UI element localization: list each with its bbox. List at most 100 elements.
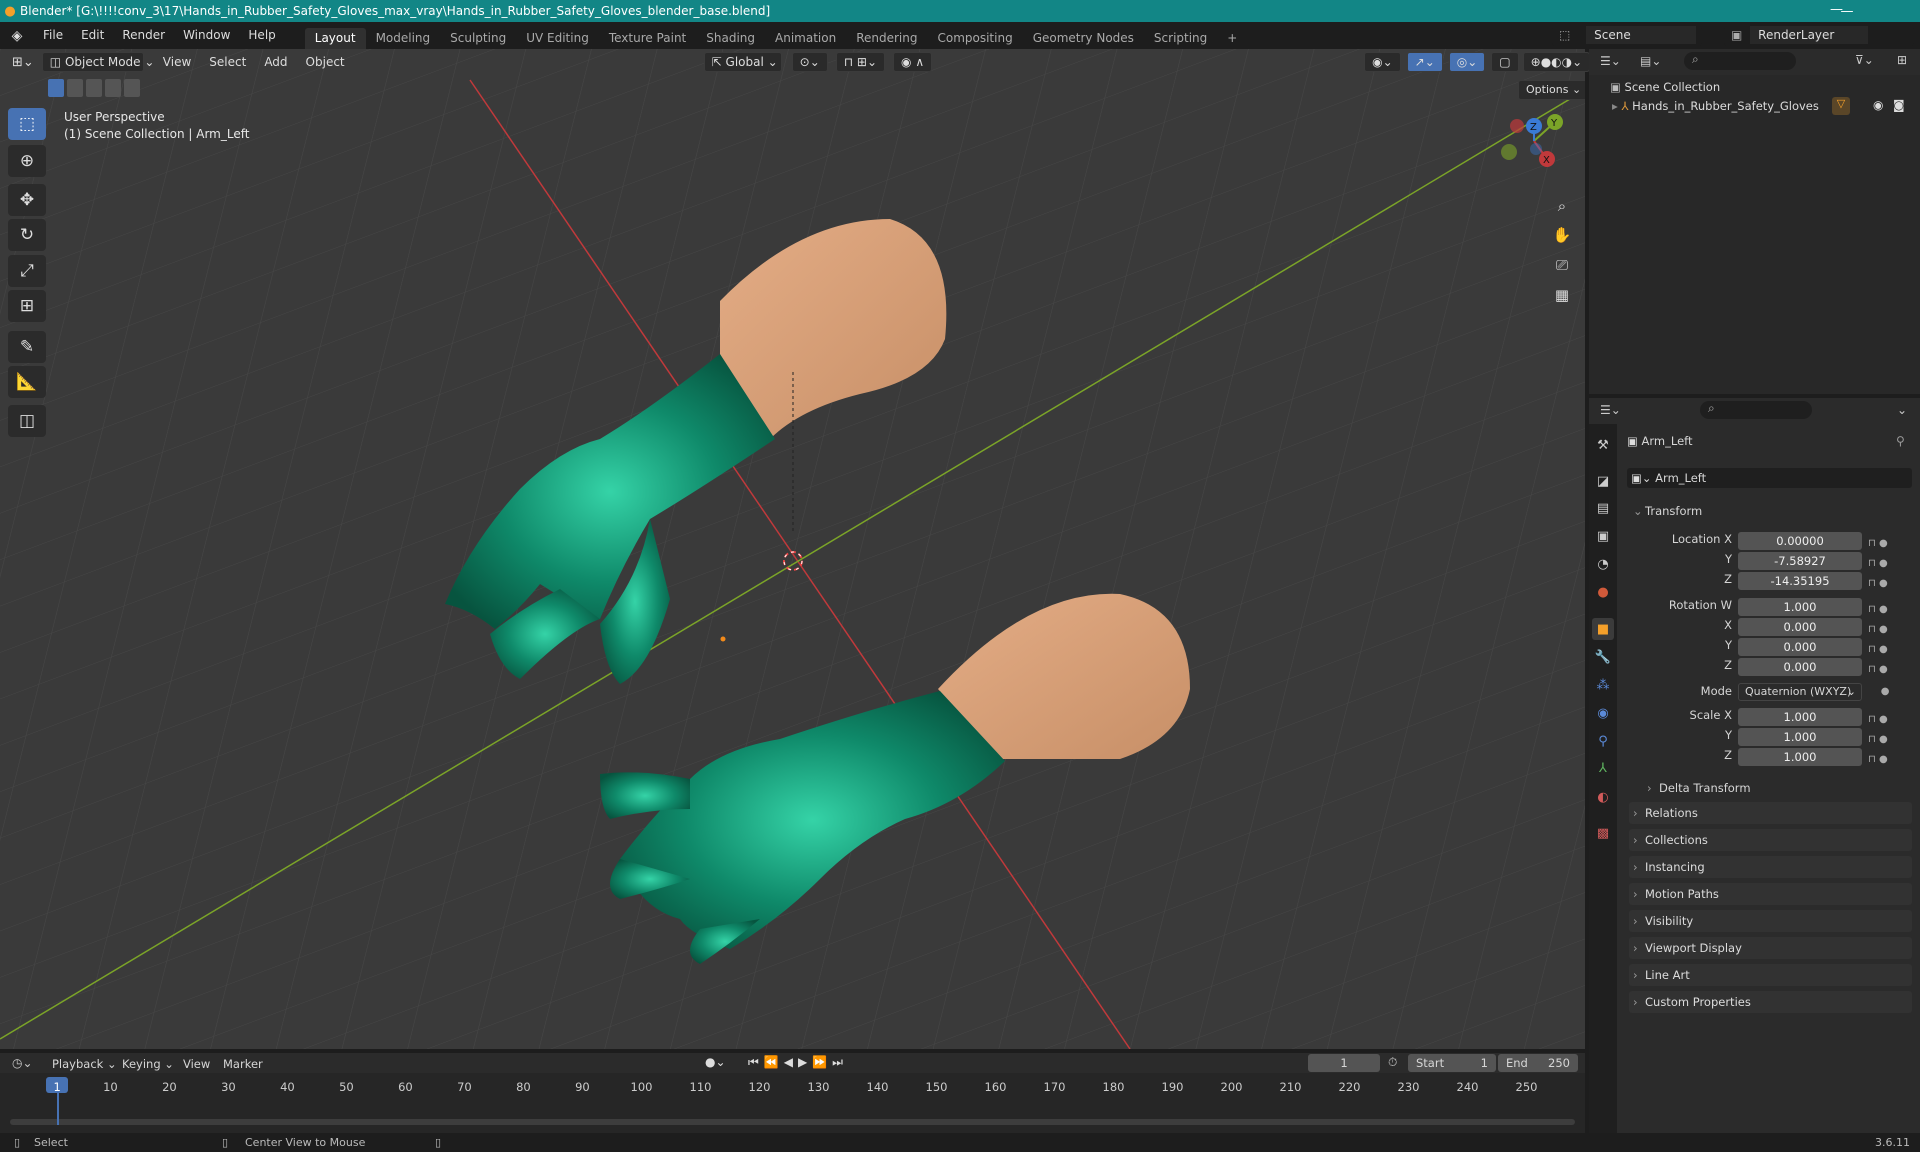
transform-panel-header[interactable]: ⌄ Transform xyxy=(1629,500,1912,522)
gizmo-toggle-icon[interactable]: ↗⌄ xyxy=(1406,52,1443,72)
timeline-menu-view[interactable]: View xyxy=(183,1057,210,1071)
camera-render-icon[interactable]: ◙ xyxy=(1893,98,1905,112)
eye-visibility-icon[interactable]: ◉ xyxy=(1873,98,1883,112)
transform-orientation-dropdown[interactable]: ⇱ Global ⌄ xyxy=(703,52,782,72)
add-workspace-button[interactable]: + xyxy=(1217,28,1247,49)
viewport-menu-view[interactable]: View xyxy=(154,49,200,76)
object-mode-dropdown[interactable]: ◫ Object Mode ⌄ xyxy=(41,52,154,72)
scale-tool-icon[interactable]: ⤢ xyxy=(8,255,46,287)
menu-help[interactable]: Help xyxy=(239,22,284,49)
playback-controls-icon[interactable]: ⏮⏪◀▶⏩⏭ xyxy=(748,1055,848,1070)
select-invert-icon[interactable] xyxy=(105,79,121,97)
rotation-y-field[interactable]: 0.000 xyxy=(1738,638,1862,656)
navigation-gizmo[interactable]: Y Z X xyxy=(1500,104,1580,184)
tool-tab-icon[interactable]: ⚒ xyxy=(1592,434,1614,456)
perspective-grid-icon[interactable]: ▦ xyxy=(1550,283,1574,307)
properties-options-chevron[interactable]: ⌄ xyxy=(1897,403,1907,417)
select-new-icon[interactable] xyxy=(48,79,64,97)
menu-render[interactable]: Render xyxy=(113,22,174,49)
location-y-field[interactable]: -7.58927 xyxy=(1738,552,1862,570)
timeline-scrollbar[interactable] xyxy=(10,1119,1575,1125)
rotation-x-field[interactable]: 0.000 xyxy=(1738,618,1862,636)
zoom-icon[interactable]: ⌕ xyxy=(1550,194,1574,218)
armature-data-icon[interactable]: ▽ xyxy=(1832,97,1850,115)
tab-layout[interactable]: Layout xyxy=(304,28,366,49)
menu-file[interactable]: File xyxy=(34,22,72,49)
outliner-item-gloves[interactable]: ▸ ⅄ Hands_in_Rubber_Safety_Gloves xyxy=(1612,99,1819,113)
xray-icon[interactable]: ▢ xyxy=(1491,52,1519,72)
transform-lock-icons[interactable]: ⊓ ● ⊓ ● ⊓ ● xyxy=(1868,534,1908,594)
editor-type-icon[interactable]: ⊞⌄ xyxy=(12,55,34,70)
tab-modeling[interactable]: Modeling xyxy=(366,28,441,49)
camera-view-icon[interactable]: ⎚ xyxy=(1550,253,1574,277)
timeline-menu-playback[interactable]: Playback ⌄ xyxy=(52,1057,117,1071)
custom-properties-panel[interactable]: › Custom Properties xyxy=(1629,991,1912,1013)
3d-viewport[interactable]: Options ⌄ Y Z X ⌕ ✋ ⎚ ▦ xyxy=(0,49,1585,1049)
material-tab-icon[interactable]: ◐ xyxy=(1592,786,1614,808)
3d-cursor[interactable] xyxy=(0,49,1585,1049)
annotate-tool-icon[interactable]: ✎ xyxy=(8,331,46,363)
timeline-editor-icon[interactable]: ◷⌄ xyxy=(12,1056,33,1070)
proportional-edit-icon[interactable]: ◉ ∧ xyxy=(893,52,933,72)
rotation-lock-icons[interactable]: ⊓ ● ⊓ ● ⊓ ● ⊓ ● xyxy=(1868,600,1908,680)
select-box-tool-icon[interactable]: ⬚ xyxy=(8,108,46,140)
stopwatch-icon[interactable]: ⏱ xyxy=(1388,1055,1397,1070)
outliner-editor-icon[interactable]: ☰⌄ xyxy=(1600,54,1621,68)
pin-icon[interactable]: ⚲ xyxy=(1896,434,1905,448)
pivot-point-icon[interactable]: ⊙⌄ xyxy=(791,52,828,72)
current-frame-field[interactable]: 1 xyxy=(1308,1054,1380,1072)
line-art-panel[interactable]: › Line Art xyxy=(1629,964,1912,986)
properties-editor-icon[interactable]: ☰⌄ xyxy=(1600,403,1621,417)
rotation-w-field[interactable]: 1.000 xyxy=(1738,598,1862,616)
menu-window[interactable]: Window xyxy=(174,22,239,49)
frame-start-field[interactable]: Start 1 xyxy=(1408,1054,1496,1072)
tab-animation[interactable]: Animation xyxy=(765,28,846,49)
location-z-field[interactable]: -14.35195 xyxy=(1738,572,1862,590)
scale-lock-icons[interactable]: ⊓ ● ⊓ ● ⊓ ● xyxy=(1868,710,1908,770)
mode-keyframe-icon[interactable]: ● xyxy=(1868,686,1908,697)
blender-menu-icon[interactable]: ◈ xyxy=(0,28,34,44)
outliner-search-input[interactable]: ⌕ xyxy=(1684,52,1796,70)
tab-compositing[interactable]: Compositing xyxy=(927,28,1022,49)
scale-y-field[interactable]: 1.000 xyxy=(1738,728,1862,746)
scale-z-field[interactable]: 1.000 xyxy=(1738,748,1862,766)
tab-sculpting[interactable]: Sculpting xyxy=(440,28,516,49)
tab-shading[interactable]: Shading xyxy=(696,28,765,49)
outliner-scene-collection[interactable]: ▣ Scene Collection xyxy=(1610,80,1720,94)
object-name-field[interactable]: ▣⌄ Arm_Left xyxy=(1627,468,1912,488)
tab-scripting[interactable]: Scripting xyxy=(1144,28,1217,49)
scene-name[interactable]: Scene xyxy=(1586,26,1697,44)
frame-end-field[interactable]: End 250 xyxy=(1498,1054,1578,1072)
motion-paths-panel[interactable]: › Motion Paths xyxy=(1629,883,1912,905)
location-x-field[interactable]: 0.00000 xyxy=(1738,532,1862,550)
viewport-display-panel[interactable]: › Viewport Display xyxy=(1629,937,1912,959)
properties-search-input[interactable]: ⌕ xyxy=(1700,401,1812,419)
add-cube-tool-icon[interactable]: ◫ xyxy=(8,405,46,437)
select-intersect-icon[interactable] xyxy=(124,79,140,97)
scale-x-field[interactable]: 1.000 xyxy=(1738,708,1862,726)
minimize-button-glyph[interactable]: — xyxy=(1830,2,1843,17)
select-subtract-icon[interactable] xyxy=(86,79,102,97)
view-layer-selector[interactable]: ▣ RenderLayer xyxy=(1724,26,1914,46)
tab-texture-paint[interactable]: Texture Paint xyxy=(599,28,696,49)
output-tab-icon[interactable]: ▤ xyxy=(1592,497,1614,519)
relations-panel[interactable]: › Relations xyxy=(1629,802,1912,824)
options-dropdown[interactable]: Options ⌄ xyxy=(1518,80,1585,100)
shading-modes-icon[interactable]: ⊕●◐◑⌄ xyxy=(1522,52,1591,72)
snap-icon[interactable]: ⊓ ⊞⌄ xyxy=(835,52,886,72)
select-extend-icon[interactable] xyxy=(67,79,83,97)
cursor-tool-icon[interactable]: ⊕ xyxy=(8,145,46,177)
texture-tab-icon[interactable]: ▩ xyxy=(1592,822,1614,844)
tab-uv-editing[interactable]: UV Editing xyxy=(516,28,599,49)
collections-panel[interactable]: › Collections xyxy=(1629,829,1912,851)
rotation-z-field[interactable]: 0.000 xyxy=(1738,658,1862,676)
viewport-menu-object[interactable]: Object xyxy=(297,49,354,76)
rotate-tool-icon[interactable]: ↻ xyxy=(8,219,46,251)
instancing-panel[interactable]: › Instancing xyxy=(1629,856,1912,878)
measure-tool-icon[interactable]: 📐 xyxy=(8,366,46,398)
viewport-menu-select[interactable]: Select xyxy=(200,49,255,76)
rotation-mode-dropdown[interactable]: Quaternion (WXYZ) ⌄ xyxy=(1738,683,1862,701)
tab-rendering[interactable]: Rendering xyxy=(846,28,927,49)
scene-selector[interactable]: ⬚ Scene xyxy=(1552,26,1702,46)
visibility-panel[interactable]: › Visibility xyxy=(1629,910,1912,932)
